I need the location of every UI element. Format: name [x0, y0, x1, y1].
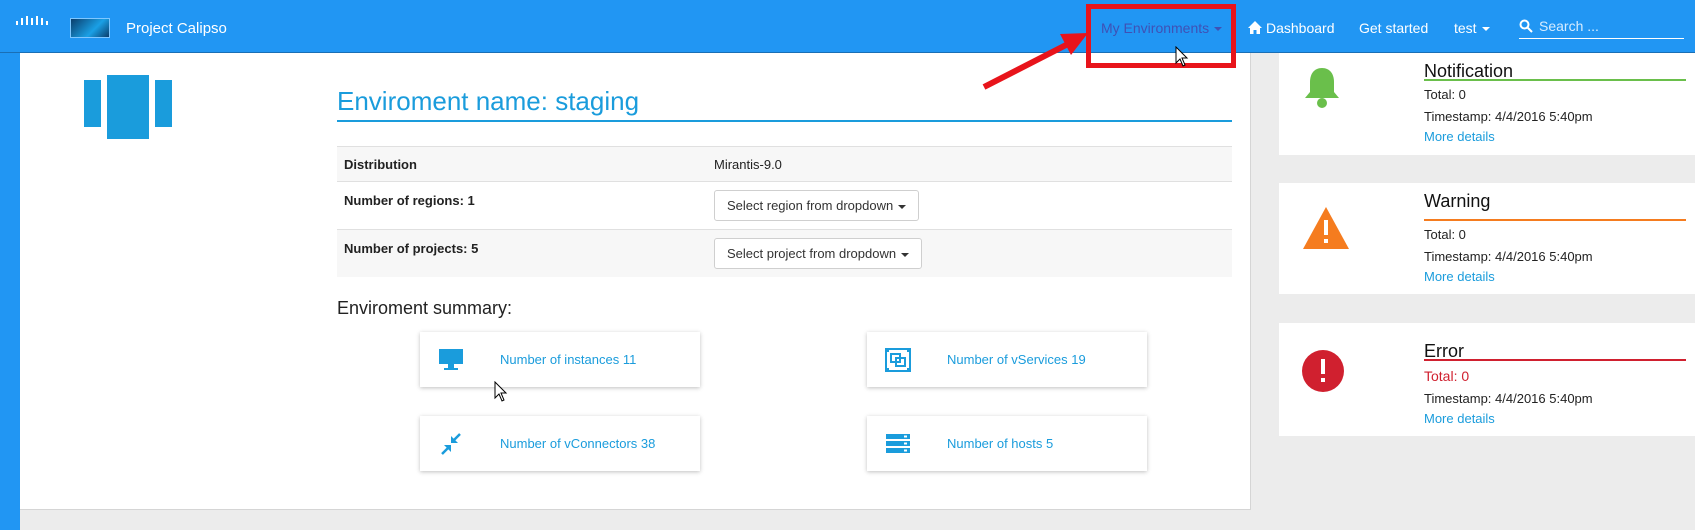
error-underline	[1424, 359, 1686, 361]
hosts-count: Number of hosts 5	[947, 436, 1054, 451]
caret-down-icon	[1481, 27, 1490, 32]
compress-arrows-icon	[441, 433, 461, 455]
environment-info-table: Distribution Mirantis-9.0 Number of regi…	[337, 146, 1232, 277]
region-dropdown[interactable]: Select region from dropdown	[714, 190, 920, 221]
calipso-logo-image	[70, 18, 110, 38]
notification-underline	[1424, 79, 1686, 81]
project-dropdown[interactable]: Select project from dropdown	[714, 238, 923, 269]
notification-timestamp: Timestamp: 4/4/2016 5:40pm	[1424, 109, 1593, 124]
vservices-count: Number of vServices 19	[947, 352, 1086, 367]
warning-card: Warning Total: 0 Timestamp: 4/4/2016 5:4…	[1279, 183, 1695, 294]
cisco-logo	[14, 14, 54, 40]
projects-label: Number of projects: 5	[344, 241, 479, 256]
nav-user-menu[interactable]: test	[1454, 20, 1490, 36]
vconnectors-card[interactable]: Number of vConnectors 38	[420, 416, 700, 471]
warning-underline	[1424, 219, 1686, 221]
server-stack-icon	[886, 434, 910, 453]
caret-down-icon	[898, 204, 907, 209]
left-sidebar-strip	[0, 53, 20, 530]
environment-icon	[84, 75, 172, 139]
vservices-icon	[885, 348, 911, 372]
regions-label: Number of regions: 1	[344, 193, 475, 208]
distribution-label: Distribution	[344, 156, 417, 172]
app-title[interactable]: Project Calipso	[126, 20, 227, 37]
top-navbar: Project Calipso My Environments Dashboar…	[0, 0, 1695, 53]
project-dropdown-label: Select project from dropdown	[727, 246, 897, 261]
hosts-card[interactable]: Number of hosts 5	[867, 416, 1147, 471]
instances-card[interactable]: Number of instances 11	[420, 332, 700, 387]
nav-user-label: test	[1454, 20, 1477, 36]
search-box	[1519, 14, 1684, 39]
error-card: Error Total: 0 Timestamp: 4/4/2016 5:40p…	[1279, 323, 1695, 436]
title-underline	[337, 120, 1232, 122]
nav-dashboard[interactable]: Dashboard	[1247, 20, 1335, 36]
mouse-cursor-icon	[494, 381, 508, 402]
warning-title: Warning	[1424, 191, 1491, 211]
notification-more-details-link[interactable]: More details	[1424, 129, 1495, 144]
table-row: Distribution Mirantis-9.0	[337, 146, 1232, 182]
distribution-value: Mirantis-9.0	[714, 156, 782, 172]
highlight-box	[1086, 4, 1236, 68]
monitor-icon	[439, 349, 463, 370]
warning-total: Total: 0	[1424, 227, 1466, 242]
nav-dashboard-label: Dashboard	[1266, 20, 1335, 36]
warning-more-details-link[interactable]: More details	[1424, 269, 1495, 284]
error-total: Total: 0	[1424, 368, 1470, 384]
notification-card: Notification Total: 0 Timestamp: 4/4/201…	[1279, 53, 1695, 155]
mouse-cursor-icon	[1175, 46, 1189, 67]
region-dropdown-label: Select region from dropdown	[727, 198, 894, 213]
instances-count: Number of instances 11	[500, 352, 637, 367]
bell-icon	[1305, 68, 1339, 108]
home-icon	[1248, 21, 1262, 34]
nav-get-started[interactable]: Get started	[1359, 20, 1428, 36]
error-more-details-link[interactable]: More details	[1424, 411, 1495, 426]
environment-title: Enviroment name: staging	[337, 86, 640, 116]
warning-timestamp: Timestamp: 4/4/2016 5:40pm	[1424, 249, 1593, 264]
error-timestamp: Timestamp: 4/4/2016 5:40pm	[1424, 391, 1593, 406]
notification-total: Total: 0	[1424, 87, 1466, 102]
vconnectors-count: Number of vConnectors 38	[500, 436, 656, 451]
search-input[interactable]	[1537, 17, 1681, 35]
summary-title: Enviroment summary:	[337, 298, 513, 318]
caret-down-icon	[901, 252, 910, 257]
bottom-background	[20, 510, 1251, 530]
warning-triangle-icon	[1303, 207, 1349, 249]
error-circle-icon	[1302, 350, 1344, 392]
vservices-card[interactable]: Number of vServices 19	[867, 332, 1147, 387]
table-row: Number of regions: 1 Select region from …	[337, 181, 1232, 230]
search-icon	[1519, 19, 1533, 33]
table-row: Number of projects: 5 Select project fro…	[337, 229, 1232, 277]
